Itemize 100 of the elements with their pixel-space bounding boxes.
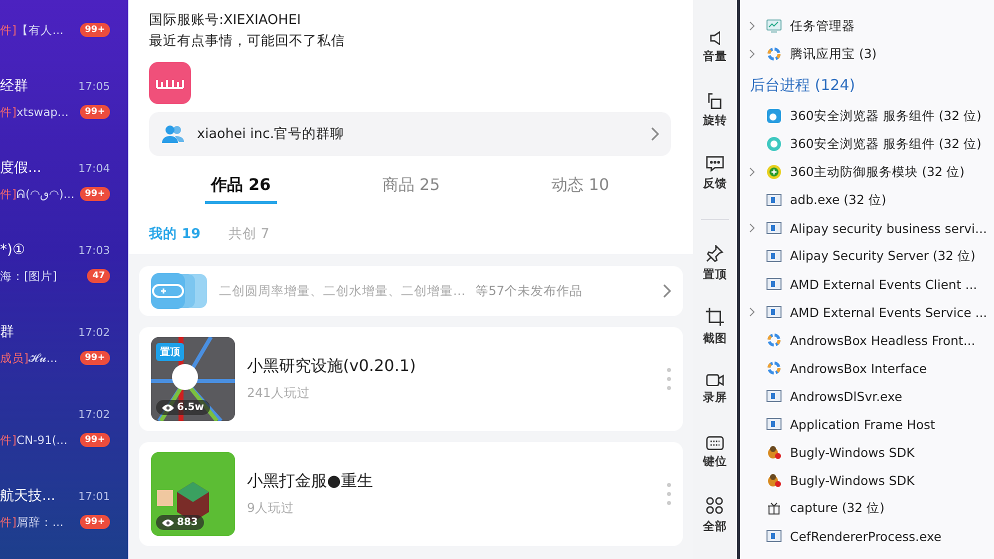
toolbar-button[interactable]: 键位 <box>693 421 737 484</box>
gamepad-stack-icon <box>151 273 209 309</box>
process-name[interactable]: AndrowsBox Headless Front... <box>790 332 976 348</box>
process-name[interactable]: 腾讯应用宝 (3) <box>790 46 877 62</box>
window-icon <box>766 388 782 404</box>
browser-icon <box>766 108 782 124</box>
users-icon <box>161 124 185 144</box>
chat-time: 17:02 <box>78 326 110 338</box>
process-name[interactable]: 360安全浏览器 服务组件 (32 位) <box>790 108 982 124</box>
chat-preview: 海：[图片] <box>0 268 57 284</box>
process-name[interactable]: Bugly-Windows SDK <box>790 472 915 488</box>
app-logo-icon[interactable] <box>149 62 191 104</box>
colorful-ring-icon <box>766 46 782 62</box>
chat-preview: 件]xtswap... <box>0 104 69 120</box>
plus-circle-icon <box>766 164 782 180</box>
process-name[interactable]: Bugly-Windows SDK <box>790 444 915 460</box>
toolbar-button[interactable]: 全部 <box>693 484 737 547</box>
window-icon <box>766 248 782 264</box>
process-name[interactable]: AndrowsBox Interface <box>790 360 927 376</box>
pin-icon <box>706 245 724 263</box>
grid-icon <box>706 497 724 515</box>
chevron-right-icon[interactable] <box>748 21 756 31</box>
chat-preview: 件]CN-91(... <box>0 432 68 448</box>
colorful-ring-icon <box>766 332 782 348</box>
process-name[interactable]: AMD External Events Client ... <box>790 276 978 292</box>
monitor-chart-icon <box>766 18 782 34</box>
toolbar-button[interactable]: 置顶 <box>693 232 737 295</box>
colorful-ring-icon <box>766 360 782 376</box>
unread-count: 99+ <box>80 23 110 37</box>
bio-text: 国际服账号:XIEXIAOHEI <box>149 11 302 30</box>
draft-titles: 二创圆周率增量、二创水增量、二创增量… <box>219 282 466 300</box>
draft-count: 等57个未发布作品 <box>476 282 584 300</box>
toolbar-button[interactable]: 音量 <box>693 16 737 79</box>
unread-count: 99+ <box>80 433 110 447</box>
process-name[interactable]: Alipay security business servi... <box>790 220 987 236</box>
video-camera-icon <box>706 374 724 386</box>
chevron-right-icon <box>663 284 671 298</box>
content-tab[interactable]: 作品 26 <box>204 166 277 204</box>
unread-count: 99+ <box>80 351 110 365</box>
play-count: 9人玩过 <box>247 500 295 517</box>
chat-title[interactable]: 经群 <box>0 77 28 95</box>
chevron-right-icon[interactable] <box>748 223 756 233</box>
chat-preview: 件]【有人... <box>0 22 64 38</box>
window-icon <box>766 528 782 544</box>
view-count: 6.5w <box>156 400 210 415</box>
keyboard-icon <box>706 436 724 450</box>
view-count: 883 <box>156 515 204 530</box>
work-card[interactable]: 883 小黑打金服●重生 9人玩过 <box>139 442 683 546</box>
bug-icon <box>766 472 782 488</box>
unread-count: 99+ <box>80 515 110 529</box>
toolbar-button[interactable]: 录屏 <box>693 358 737 421</box>
content-tab[interactable]: 动态 10 <box>546 166 616 204</box>
chat-time: 17:04 <box>78 162 110 174</box>
gift-icon <box>766 500 782 516</box>
window-icon <box>766 192 782 208</box>
chat-bubble-icon <box>706 156 724 172</box>
process-name[interactable]: 任务管理器 <box>790 18 855 34</box>
chevron-right-icon[interactable] <box>748 307 756 317</box>
unread-count: 99+ <box>80 187 110 201</box>
window-icon <box>766 220 782 236</box>
content-tab[interactable]: 商品 25 <box>376 166 446 204</box>
process-name[interactable]: AndrowsDlSvr.exe <box>790 388 902 404</box>
process-name[interactable]: Application Frame Host <box>790 416 936 432</box>
window-icon <box>766 304 782 320</box>
chat-time: 17:02 <box>78 408 110 420</box>
chat-preview: 件]屑辞：... <box>0 514 64 530</box>
speaker-icon <box>710 30 720 46</box>
process-name[interactable]: CefRendererProcess.exe <box>790 528 942 544</box>
process-name[interactable]: adb.exe (32 位) <box>790 192 886 208</box>
pinned-label: 置顶 <box>156 343 184 361</box>
eye-icon <box>162 404 174 412</box>
chat-title[interactable]: 群 <box>0 323 14 341</box>
process-name[interactable]: 360安全浏览器 服务组件 (32 位) <box>790 136 982 152</box>
circle-icon <box>766 136 782 152</box>
chevron-right-icon[interactable] <box>748 49 756 59</box>
work-title: 小黑研究设施(v0.20.1) <box>247 356 417 377</box>
process-name[interactable]: capture (32 位) <box>790 500 884 516</box>
chat-time: 17:01 <box>78 490 110 502</box>
chat-preview: 成员]𝓗𝓾... <box>0 350 58 366</box>
chat-time: 17:05 <box>78 80 110 92</box>
unread-count: 47 <box>87 269 110 283</box>
chat-title[interactable]: 度假... <box>0 159 42 177</box>
chat-title[interactable]: 航天技... <box>0 487 56 505</box>
chevron-right-icon <box>651 127 659 141</box>
group-chat-link[interactable]: xiaohei inc.官号的群聊 <box>149 112 671 156</box>
chevron-right-icon[interactable] <box>748 167 756 177</box>
chat-title[interactable]: *)① <box>0 242 26 258</box>
unread-count: 99+ <box>80 105 110 119</box>
play-count: 241人玩过 <box>247 385 311 402</box>
toolbar-button[interactable]: 反馈 <box>693 142 737 205</box>
bio-text: 最近有点事情，可能回不了私信 <box>149 32 346 51</box>
work-card[interactable]: 置顶 6.5w 小黑研究设施(v0.20.1) 241人玩过 <box>139 327 683 431</box>
process-name[interactable]: AMD External Events Service ... <box>790 304 988 320</box>
eye-icon <box>162 518 174 526</box>
toolbar-button[interactable]: 截图 <box>693 295 737 358</box>
section-heading: 后台进程 (124) <box>749 74 856 96</box>
toolbar-button[interactable]: 旋转 <box>693 79 737 142</box>
process-name[interactable]: 360主动防御服务模块 (32 位) <box>790 164 964 180</box>
crop-icon <box>705 307 725 327</box>
process-name[interactable]: Alipay Security Server (32 位) <box>790 248 976 264</box>
